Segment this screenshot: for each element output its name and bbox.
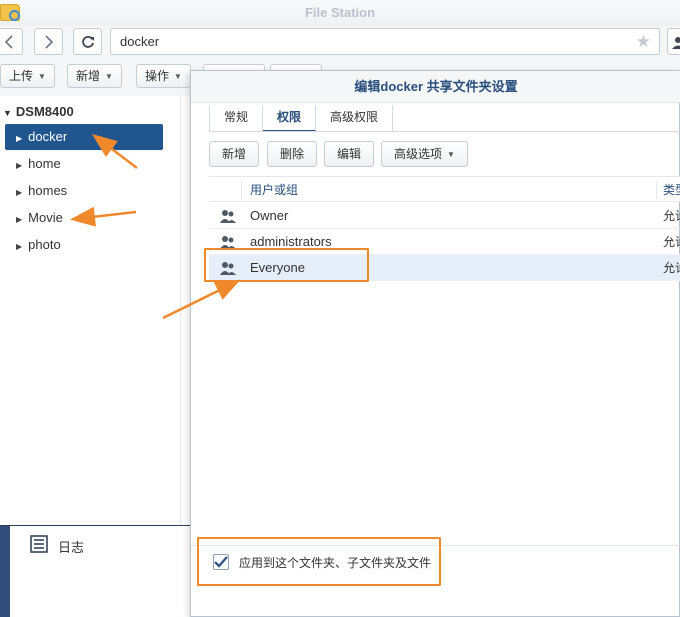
arrow-to-docker xyxy=(92,133,138,169)
arrow-to-everyone xyxy=(162,279,241,320)
watermark-logo-icon: 值 xyxy=(556,588,578,610)
watermark-text: 什么值得买 xyxy=(584,591,660,609)
annotation-arrows xyxy=(70,133,241,320)
arrow-to-movie xyxy=(70,206,137,227)
watermark: 值 什么值得买 xyxy=(556,588,659,610)
